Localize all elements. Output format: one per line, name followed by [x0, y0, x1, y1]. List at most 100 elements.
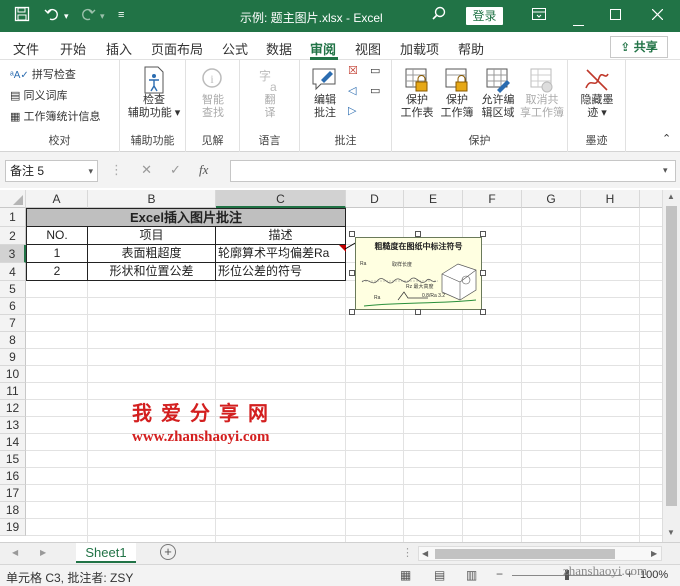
- add-sheet-button[interactable]: +: [160, 544, 176, 560]
- search-icon[interactable]: [432, 6, 446, 24]
- enter-icon[interactable]: ✓: [170, 162, 181, 177]
- tab-review[interactable]: 审阅: [310, 39, 336, 58]
- name-box[interactable]: 备注 5 ▾: [5, 160, 98, 182]
- row-header-3[interactable]: 3: [0, 245, 26, 263]
- cell-a3[interactable]: 1: [26, 244, 88, 263]
- resize-handle[interactable]: [480, 309, 486, 315]
- show-comment-icon[interactable]: ▭: [370, 64, 380, 77]
- delete-comment-icon[interactable]: ☒: [348, 64, 358, 77]
- share-button[interactable]: ⇪ 共享: [610, 36, 668, 58]
- column-header-a[interactable]: A: [26, 190, 88, 208]
- resize-handle[interactable]: [349, 231, 355, 237]
- cell-a2[interactable]: NO.: [26, 226, 88, 245]
- tab-view[interactable]: 视图: [355, 39, 381, 58]
- column-header-i[interactable]: [640, 190, 662, 208]
- row-header-12[interactable]: 12: [0, 400, 26, 417]
- row-header-7[interactable]: 7: [0, 315, 26, 332]
- column-header-d[interactable]: D: [346, 190, 404, 208]
- comment-box[interactable]: 粗糙度在图纸中标注符号 Ra 取样长度 Rz 最大高度 0.8/Ra 3.2 R…: [355, 237, 482, 310]
- smart-lookup-button[interactable]: i 智能 查找: [190, 66, 236, 120]
- resize-handle[interactable]: [480, 270, 486, 276]
- tab-add-ins[interactable]: 加载项: [400, 39, 439, 58]
- column-header-b[interactable]: B: [88, 190, 216, 208]
- check-accessibility-button[interactable]: 检查 辅助功能 ▾: [124, 66, 184, 120]
- scroll-up-icon[interactable]: ▲: [667, 192, 675, 201]
- resize-handle[interactable]: [480, 231, 486, 237]
- horizontal-scroll-thumb[interactable]: [435, 549, 615, 559]
- workbook-statistics-button[interactable]: ▦ 工作簿统计信息: [10, 108, 100, 124]
- row-header-19[interactable]: 19: [0, 519, 26, 536]
- redo-dropdown-icon[interactable]: ▾: [100, 11, 105, 22]
- row-header-17[interactable]: 17: [0, 485, 26, 502]
- close-icon[interactable]: [651, 8, 664, 23]
- row-header-10[interactable]: 10: [0, 366, 26, 383]
- scroll-down-icon[interactable]: ▼: [667, 528, 675, 537]
- tab-insert[interactable]: 插入: [106, 39, 132, 58]
- worksheet-grid[interactable]: A B C D E F G H 1 2 3 4 5 6 7 8 9 10 11 …: [0, 190, 662, 542]
- page-layout-view-icon[interactable]: ▤: [434, 568, 445, 582]
- previous-comment-icon[interactable]: ◁: [348, 84, 356, 97]
- protect-sheet-button[interactable]: 保护 工作表: [398, 66, 436, 120]
- translate-button[interactable]: 字a 翻 译: [246, 66, 294, 120]
- cancel-icon[interactable]: ✕: [141, 162, 152, 177]
- hide-ink-button[interactable]: 隐藏墨 迹 ▾: [574, 66, 620, 120]
- resize-handle[interactable]: [349, 309, 355, 315]
- select-all-corner[interactable]: [0, 190, 26, 208]
- collapse-ribbon-icon[interactable]: ⌃: [662, 132, 671, 145]
- save-icon[interactable]: [14, 6, 30, 26]
- horizontal-scrollbar[interactable]: ◀ ▶: [418, 546, 662, 561]
- row-header-18[interactable]: 18: [0, 502, 26, 519]
- column-header-e[interactable]: E: [404, 190, 463, 208]
- login-button[interactable]: 登录: [466, 7, 503, 25]
- cell-b3[interactable]: 表面粗超度: [87, 244, 216, 263]
- undo-icon[interactable]: [44, 6, 60, 26]
- show-all-comments-icon[interactable]: ▭: [370, 84, 380, 97]
- row-header-1[interactable]: 1: [0, 208, 26, 227]
- cell-b4[interactable]: 形状和位置公差: [87, 262, 216, 281]
- row-header-13[interactable]: 13: [0, 417, 26, 434]
- tab-split-handle-icon[interactable]: ⋮: [402, 546, 413, 559]
- row-header-9[interactable]: 9: [0, 349, 26, 366]
- tab-page-layout[interactable]: 页面布局: [151, 39, 203, 58]
- vertical-scroll-thumb[interactable]: [666, 206, 677, 506]
- row-header-2[interactable]: 2: [0, 227, 26, 245]
- redo-icon[interactable]: [80, 6, 96, 26]
- next-comment-icon[interactable]: ▷: [348, 104, 356, 117]
- cell-b2[interactable]: 项目: [87, 226, 216, 245]
- tab-file[interactable]: 文件: [13, 39, 39, 58]
- allow-edit-ranges-button[interactable]: 允许编 辑区域: [478, 66, 518, 120]
- cell-a1-title[interactable]: Excel插入图片批注: [26, 208, 346, 227]
- page-break-view-icon[interactable]: ▥: [466, 568, 477, 582]
- spelling-button[interactable]: ᵃA✓ 拼写检查: [10, 66, 76, 82]
- scroll-right-icon[interactable]: ▶: [651, 549, 657, 558]
- scroll-left-icon[interactable]: ◀: [422, 549, 428, 558]
- resize-handle[interactable]: [415, 231, 421, 237]
- row-header-16[interactable]: 16: [0, 468, 26, 485]
- sheet-tab-sheet1[interactable]: Sheet1: [76, 543, 136, 563]
- tab-help[interactable]: 帮助: [458, 39, 484, 58]
- cell-c4[interactable]: 形位公差的符号: [215, 262, 346, 281]
- tab-data[interactable]: 数据: [266, 39, 292, 58]
- customize-toolbar-icon[interactable]: ≡: [118, 9, 124, 21]
- column-header-g[interactable]: G: [522, 190, 581, 208]
- cell-c3[interactable]: 轮廓算术平均偏差Ra: [215, 244, 346, 263]
- thesaurus-button[interactable]: ▤ 同义词库: [10, 87, 67, 103]
- tab-home[interactable]: 开始: [60, 39, 86, 58]
- protect-workbook-button[interactable]: 保护 工作簿: [438, 66, 476, 120]
- ribbon-display-icon[interactable]: [532, 8, 546, 23]
- row-header-8[interactable]: 8: [0, 332, 26, 349]
- resize-handle[interactable]: [415, 309, 421, 315]
- column-header-c[interactable]: C: [216, 190, 346, 208]
- vertical-scrollbar[interactable]: ▲ ▼: [662, 190, 680, 542]
- next-sheet-icon[interactable]: ▶: [40, 548, 46, 557]
- cell-a4[interactable]: 2: [26, 262, 88, 281]
- row-header-4[interactable]: 4: [0, 263, 26, 281]
- row-header-15[interactable]: 15: [0, 451, 26, 468]
- name-box-dropdown-icon[interactable]: ▾: [88, 161, 93, 181]
- undo-dropdown-icon[interactable]: ▾: [64, 11, 69, 22]
- formula-input[interactable]: [230, 160, 676, 182]
- cell-c2[interactable]: 描述: [215, 226, 346, 245]
- maximize-icon[interactable]: [610, 8, 621, 23]
- prev-sheet-icon[interactable]: ◀: [12, 548, 18, 557]
- row-header-5[interactable]: 5: [0, 281, 26, 298]
